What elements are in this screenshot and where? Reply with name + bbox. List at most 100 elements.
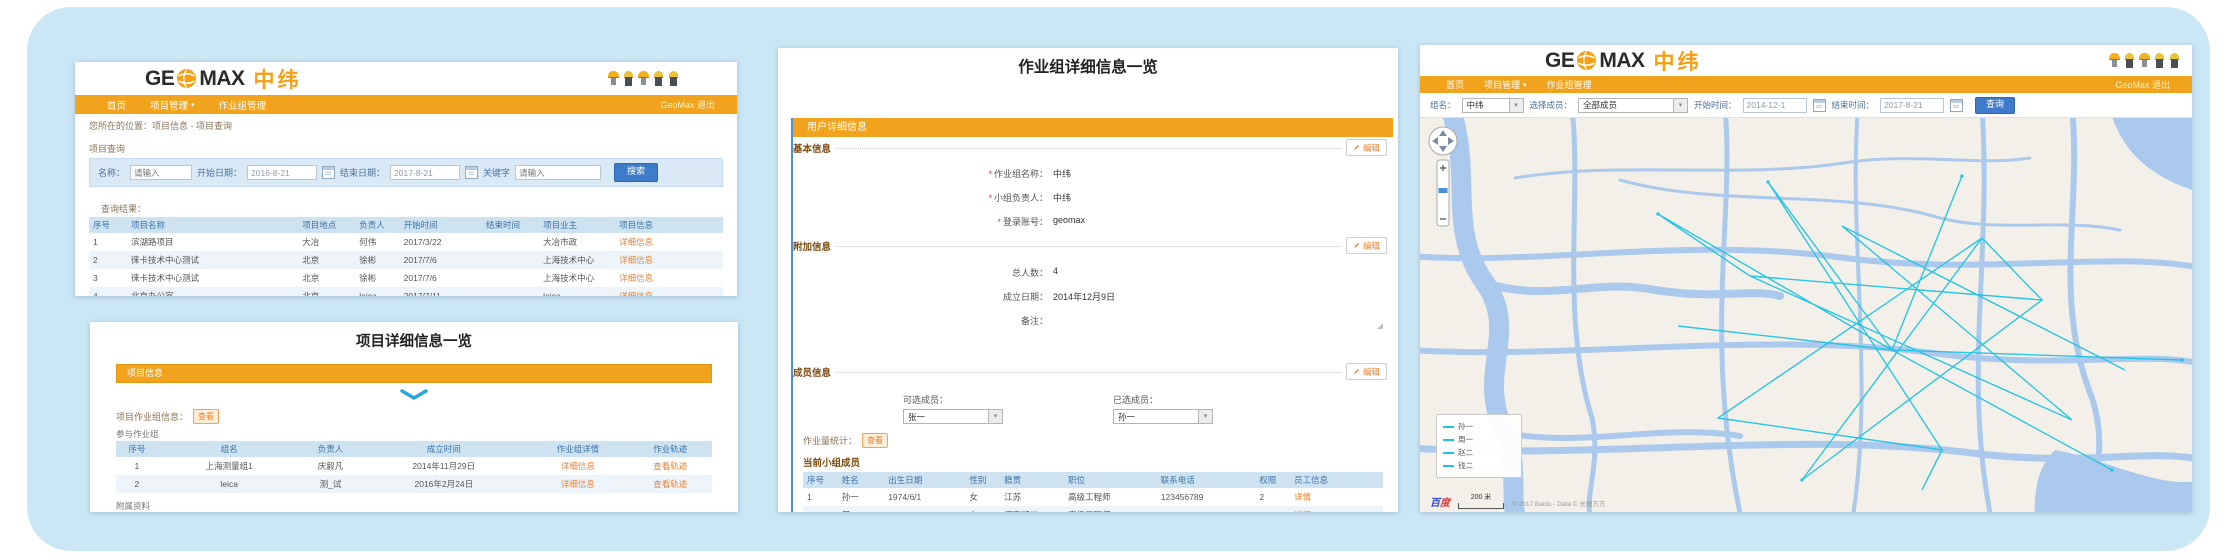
start-date-input[interactable] — [247, 165, 317, 180]
chevron-down-icon — [399, 389, 429, 400]
end-date-input[interactable] — [390, 165, 460, 180]
column-header: 项目地点 — [298, 217, 355, 233]
main-nav: 首页 项目管理▾ 作业组管理 GeoMax 退出 — [1420, 76, 2192, 93]
keyword-input[interactable] — [515, 165, 601, 180]
name-input[interactable] — [130, 165, 192, 180]
select-value: 张一 — [908, 411, 925, 423]
extra-info-section-header: 附加信息 编辑 — [793, 237, 1387, 254]
column-header: 开始时间 — [400, 217, 482, 233]
detail-link[interactable]: 详情 — [1290, 488, 1383, 506]
detail-link[interactable]: 查看轨迹 — [629, 475, 712, 493]
column-header: 项目业主 — [539, 217, 615, 233]
map-canvas[interactable]: 孙一周一赵二钱二 百度 200 米 © 2017 Baidu - Data © … — [1420, 118, 2192, 512]
search-bar: 名称： 开始日期： 结束日期： 关键字 搜索 — [89, 158, 723, 187]
column-header: 联系电话 — [1157, 472, 1256, 488]
chevron-down-icon: ▾ — [988, 410, 1002, 423]
calendar-icon[interactable] — [1813, 99, 1826, 112]
chevron-down-icon: ▾ — [1673, 99, 1687, 112]
query-button[interactable]: 查询 — [1975, 97, 2015, 114]
table-cell: leica — [355, 287, 399, 296]
track-color-swatch — [1443, 452, 1454, 454]
column-header: 组名 — [158, 441, 301, 457]
geomax-logo: GE MAX 中纬 — [1545, 46, 1702, 76]
pencil-icon — [1353, 368, 1360, 375]
detail-link[interactable]: 详细信息 — [615, 269, 723, 287]
table-cell: 123456789 — [1157, 488, 1256, 506]
detail-link[interactable]: 查看轨迹 — [629, 457, 712, 475]
group-select[interactable]: 中纬▾ — [1462, 98, 1524, 113]
table-cell: 北京 — [298, 287, 355, 296]
nav-project-management[interactable]: 项目管理▾ — [1484, 78, 1527, 91]
nav-home[interactable]: 首页 — [107, 98, 126, 112]
map-toolbar: 组名： 中纬▾ 选择成员： 全部成员▾ 开始时间： 结束时间： 查询 — [1420, 93, 2192, 118]
member-info-label: 成员信息 — [793, 365, 831, 379]
remark-label: 备注： — [793, 314, 1048, 327]
nav-home[interactable]: 首页 — [1446, 78, 1464, 91]
table-cell: 高级工程师 — [1064, 488, 1157, 506]
table-cell — [482, 251, 539, 269]
table-cell: 2017/7/11 — [400, 287, 482, 296]
member-label: 选择成员： — [1530, 99, 1573, 111]
table-cell: 滨湖路项目 — [127, 233, 298, 251]
edit-basic-button[interactable]: 编辑 — [1346, 139, 1387, 156]
table-cell: 北京 — [298, 251, 355, 269]
detail-link[interactable]: 详细信息 — [527, 475, 628, 493]
table-cell: 上海测量组1 — [158, 457, 301, 475]
nav-workgroup-management[interactable]: 作业组管理 — [1547, 78, 1592, 91]
workgroup-detail-window: 作业组详细信息一览 用户详细信息 基本信息 编辑 *作业组名称：中纬 *小组负责… — [778, 48, 1398, 512]
column-header: 姓名 — [838, 472, 884, 488]
user-detail-bar: 用户详细信息 — [793, 118, 1393, 137]
table-cell: 1974/6/1 — [884, 488, 965, 506]
logo-text-brand: 中纬 — [1654, 46, 1702, 76]
detail-link[interactable]: 详细信息 — [527, 457, 628, 475]
selected-members-select[interactable]: 孙一▾ — [1113, 409, 1213, 424]
total-station-icon — [2124, 52, 2135, 68]
instrument-icons — [608, 70, 679, 86]
project-table: 序号项目名称项目地点负责人开始时间结束时间项目业主项目信息1滨湖路项目大冶何伟2… — [89, 217, 723, 296]
column-header: 员工信息 — [1290, 472, 1383, 488]
name-label: 名称： — [98, 166, 125, 179]
basic-info-section-header: 基本信息 编辑 — [793, 139, 1387, 156]
calendar-icon[interactable] — [1950, 99, 1963, 112]
project-detail-window: 项目详细信息一览 项目信息 项目作业组信息： 查看 参与作业组 序号组名负责人成… — [90, 322, 738, 512]
table-row: 4北京办公室北京leica2017/7/11leica详细信息 — [89, 287, 723, 296]
column-header: 序号 — [803, 472, 838, 488]
edit-members-button[interactable]: 编辑 — [1346, 363, 1387, 380]
nav-project-management[interactable]: 项目管理▾ — [150, 98, 195, 112]
table-cell: 女 — [965, 488, 1000, 506]
end-time-input[interactable] — [1880, 98, 1944, 113]
workload-view-button[interactable]: 查看 — [862, 433, 888, 448]
table-cell — [482, 233, 539, 251]
detail-link[interactable]: 详情 — [1290, 506, 1383, 512]
baidu-logo: 百度 — [1430, 494, 1450, 509]
table-cell: 孙一 — [838, 488, 884, 506]
table-row: 2徕卡技术中心测试北京徐彬2017/7/6上海技术中心详细信息 — [89, 251, 723, 269]
detail-link[interactable]: 详细信息 — [615, 233, 723, 251]
column-header: 权限 — [1255, 472, 1290, 488]
calendar-icon[interactable] — [465, 166, 478, 179]
edit-extra-button[interactable]: 编辑 — [1346, 237, 1387, 254]
gnss-receiver-icon — [638, 70, 649, 86]
legend-item: 周一 — [1443, 434, 1515, 445]
logo-text-brand: 中纬 — [254, 64, 302, 94]
logout-link[interactable]: GeoMax 退出 — [2115, 78, 2170, 91]
view-button[interactable]: 查看 — [193, 409, 219, 424]
resize-handle-icon[interactable] — [1377, 323, 1383, 329]
nav-workgroup-management[interactable]: 作业组管理 — [219, 98, 267, 112]
search-button[interactable]: 搜索 — [614, 163, 658, 182]
detail-link[interactable]: 详细信息 — [615, 251, 723, 269]
calendar-icon[interactable] — [322, 166, 335, 179]
start-time-input[interactable] — [1743, 98, 1807, 113]
table-cell: 河南郑州 — [1000, 506, 1064, 512]
logout-link[interactable]: GeoMax 退出 — [660, 98, 715, 111]
member-select[interactable]: 全部成员▾ — [1578, 98, 1688, 113]
map-pan-zoom-control[interactable] — [1428, 126, 1458, 230]
total-station-icon — [623, 70, 634, 86]
table-cell: 2 — [89, 251, 127, 269]
collapse-chevron[interactable] — [90, 383, 738, 408]
selectable-members-select[interactable]: 张一 ▾ — [903, 409, 1003, 424]
detail-link[interactable]: 详细信息 — [615, 287, 723, 296]
table-cell: 庆毅凡 — [301, 457, 361, 475]
selectable-members-label: 可选成员： — [903, 393, 1003, 406]
instrument-icons — [2109, 52, 2180, 68]
